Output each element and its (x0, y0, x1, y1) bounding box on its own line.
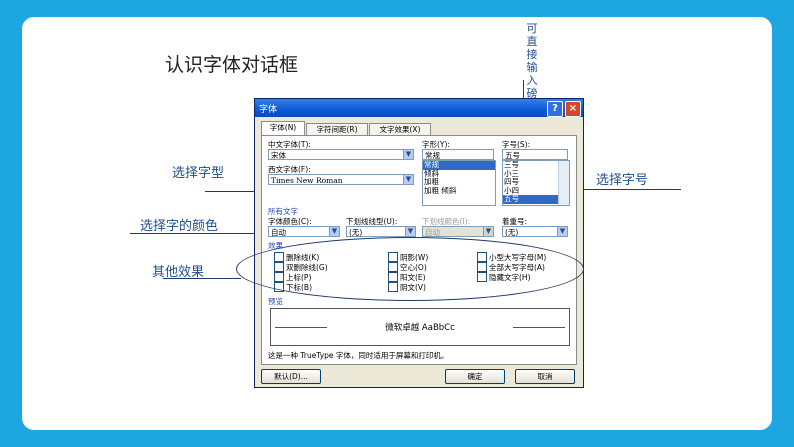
dialog-titlebar[interactable]: 字体 ? × (255, 99, 583, 117)
font-color-select[interactable]: 自动 ▼ (268, 226, 340, 237)
chevron-down-icon[interactable]: ▼ (403, 149, 414, 160)
close-button[interactable]: × (565, 101, 581, 117)
emphasis-value: (无) (505, 228, 519, 237)
dialog-title: 字体 (259, 105, 278, 115)
cancel-button[interactable]: 取消 (515, 369, 575, 384)
western-font-select[interactable]: Times New Roman ▼ (268, 174, 414, 185)
style-list[interactable]: 常规 倾斜 加粗 加粗 倾斜 (422, 160, 496, 206)
ok-button[interactable]: 确定 (445, 369, 505, 384)
help-button[interactable]: ? (547, 101, 563, 117)
callout-line-effects (163, 278, 241, 279)
tab-font[interactable]: 字体(N) (261, 121, 305, 136)
preview-box: 微软卓越 AaBbCc (270, 308, 570, 346)
underline-color-value: 自动 (425, 228, 440, 237)
chinese-font-select[interactable]: 宋体 ▼ (268, 149, 414, 160)
chevron-down-icon[interactable]: ▼ (403, 174, 414, 185)
style-option[interactable]: 加粗 倾斜 (423, 186, 495, 196)
underline-color-select: 自动 ▼ (422, 226, 494, 237)
default-button[interactable]: 默认(D)... (261, 369, 321, 384)
emphasis-select[interactable]: (无) ▼ (502, 226, 568, 237)
callout-select-color: 选择字的颜色 (140, 219, 219, 234)
preview-rule-right (513, 327, 565, 328)
size-input[interactable]: 五号 (502, 149, 568, 160)
slide-title: 认识字体对话框 (165, 54, 299, 76)
callout-select-style: 选择字型 (172, 166, 225, 181)
font-color-value: 自动 (271, 228, 286, 237)
size-list[interactable]: 三号 小三 四号 小四 五号 (502, 160, 570, 206)
chevron-down-icon[interactable]: ▼ (405, 226, 416, 237)
preview-label: 预览 (268, 297, 283, 306)
font-info-text: 这是一种 TrueType 字体，同时适用于屏幕和打印机。 (268, 351, 449, 360)
chevron-down-icon[interactable]: ▼ (557, 226, 568, 237)
size-list-scrollbar[interactable] (558, 161, 569, 205)
effects-highlight-ellipse (236, 237, 584, 301)
underline-value: (无) (349, 228, 363, 237)
chinese-font-value: 宋体 (271, 151, 286, 160)
chevron-down-icon: ▼ (483, 226, 494, 237)
callout-select-size: 选择字号 (596, 173, 649, 188)
style-input[interactable]: 常规 (422, 149, 494, 160)
western-font-value: Times New Roman (271, 176, 343, 185)
chevron-down-icon[interactable]: ▼ (329, 226, 340, 237)
underline-select[interactable]: (无) ▼ (346, 226, 416, 237)
